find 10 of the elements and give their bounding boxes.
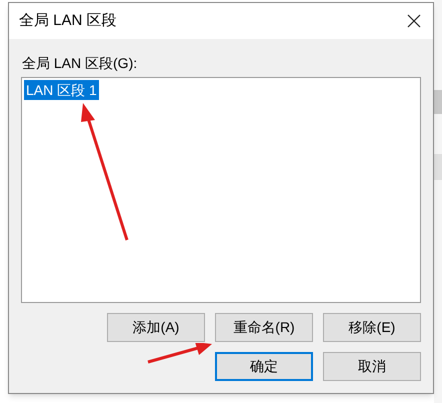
action-button[interactable]: 添加(A) <box>107 313 205 342</box>
list-item[interactable]: LAN 区段 1 <box>24 80 99 100</box>
close-icon[interactable] <box>407 14 421 28</box>
window-title: 全局 LAN 区段 <box>19 10 117 31</box>
action-button[interactable]: 重命名(R) <box>215 313 313 342</box>
dialog-button[interactable]: 确定 <box>215 352 313 381</box>
dialog-button[interactable]: 取消 <box>323 352 421 381</box>
list-label: 全局 LAN 区段(G): <box>22 54 138 73</box>
action-button[interactable]: 移除(E) <box>323 313 421 342</box>
segment-list[interactable]: LAN 区段 1 <box>21 77 421 303</box>
